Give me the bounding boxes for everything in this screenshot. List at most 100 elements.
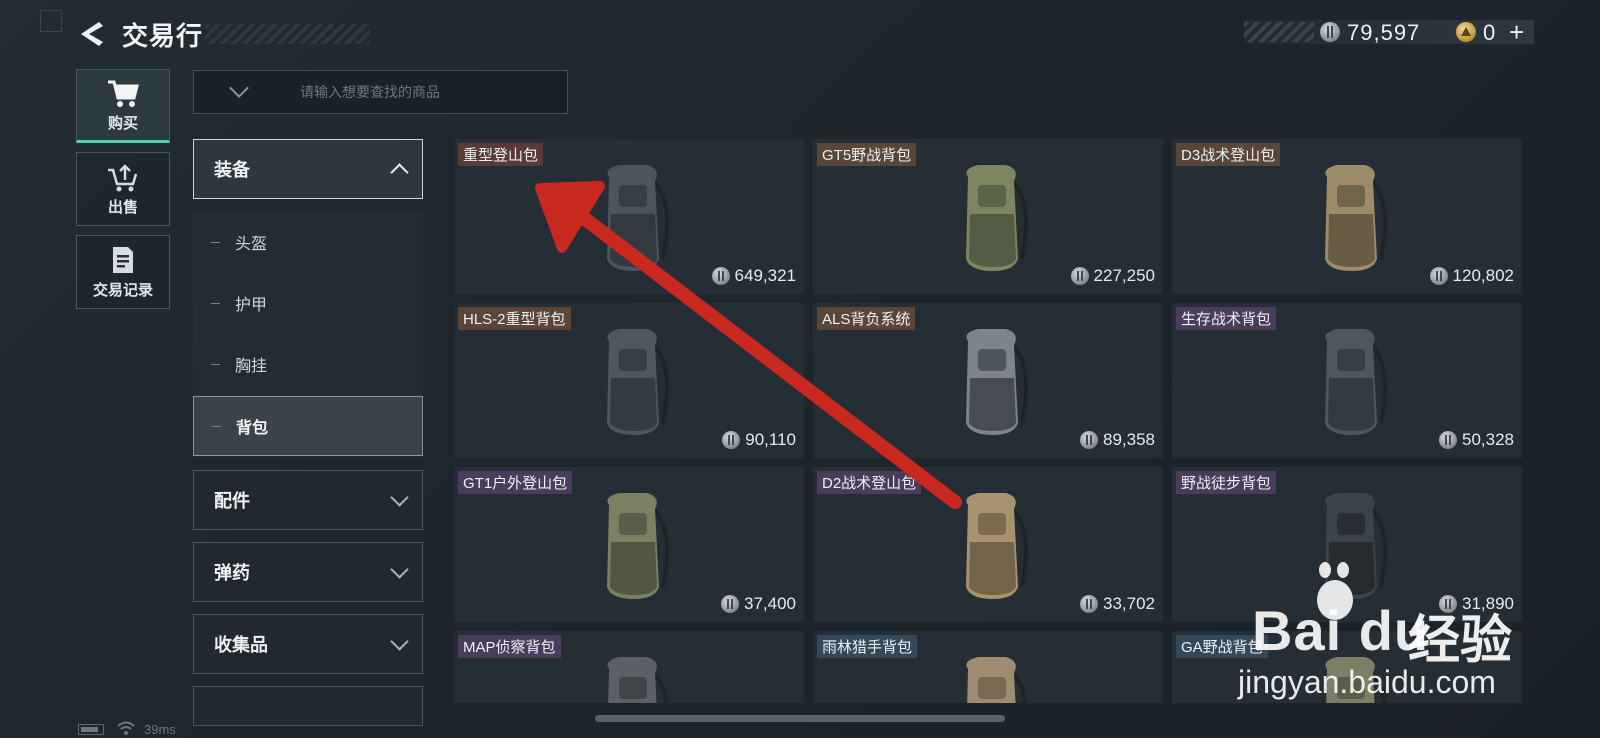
backpack-icon	[607, 657, 669, 703]
add-currency-button[interactable]: +	[1509, 17, 1524, 48]
subcategory-label: 头盔	[235, 236, 268, 253]
watermark-brand: Bai du	[1252, 599, 1430, 662]
item-price-value: 89,358	[1103, 430, 1155, 449]
backpack-icon	[607, 493, 669, 599]
item-card[interactable]: GT1户外登山包 37,400	[454, 467, 804, 622]
ping-indicator: 39ms	[144, 722, 176, 737]
silver-balance: 79,597	[1347, 20, 1421, 45]
page-title: 交易行	[122, 21, 204, 51]
chevron-down-icon[interactable]	[229, 78, 249, 98]
item-price: 89,358	[1080, 430, 1155, 450]
back-arrow-icon	[81, 22, 103, 46]
nav-history-label: 交易记录	[92, 281, 153, 299]
item-name: D2战术登山包	[817, 471, 922, 494]
gold-balance: 0	[1483, 20, 1496, 45]
item-card[interactable]: ALS背负系统 89,358	[813, 303, 1163, 458]
subcategory-label: 护甲	[235, 297, 268, 314]
category-collectibles-label: 收集品	[214, 635, 268, 655]
backpack-icon	[966, 657, 1028, 703]
category-equipment[interactable]: 装备	[193, 139, 423, 199]
silver-coin-icon	[722, 431, 741, 449]
item-card[interactable]: D3战术登山包 120,802	[1172, 139, 1522, 294]
backpack-icon	[1325, 165, 1387, 271]
search-bar[interactable]	[193, 70, 568, 114]
category-ammo-label: 弹药	[214, 563, 250, 583]
item-name: GT5野战背包	[817, 143, 917, 166]
category-parts[interactable]: 配件	[193, 470, 423, 530]
subcategory-label: 背包	[236, 420, 269, 437]
item-price: 649,321	[711, 266, 796, 286]
backpack-icon	[607, 329, 669, 435]
document-icon	[113, 246, 133, 273]
item-card[interactable]: 生存战术背包 50,328	[1172, 303, 1522, 458]
silver-coin-icon	[1320, 22, 1340, 42]
wifi-icon	[117, 721, 135, 735]
item-price-value: 37,400	[744, 594, 796, 613]
gold-coin-icon	[1456, 22, 1476, 42]
item-price-value: 227,250	[1093, 266, 1155, 285]
silver-coin-icon	[1429, 267, 1448, 285]
dash-icon	[212, 425, 221, 427]
subcategory-backpack[interactable]: 背包	[193, 396, 423, 456]
chevron-down-icon	[390, 487, 409, 507]
back-button[interactable]	[76, 18, 108, 50]
item-price-value: 649,321	[734, 266, 796, 285]
item-card[interactable]: 重型登山包 649,321	[454, 139, 804, 294]
item-name: 重型登山包	[458, 143, 544, 166]
currency-decoration	[1244, 22, 1314, 42]
item-price: 227,250	[1070, 266, 1155, 286]
subcategory-label: 胸挂	[235, 358, 268, 375]
item-price-value: 90,110	[745, 430, 796, 449]
category-parts-label: 配件	[214, 491, 250, 511]
item-name: 野战徒步背包	[1176, 471, 1277, 494]
category-ammo[interactable]: 弹药	[193, 542, 423, 602]
item-card[interactable]: 雨林猎手背包	[813, 631, 1163, 703]
nav-buy-tab[interactable]: 购买	[76, 69, 170, 143]
nav-history-tab[interactable]: 交易记录	[76, 235, 170, 309]
item-price: 90,110	[722, 430, 796, 450]
title-decoration	[205, 24, 370, 44]
category-more[interactable]	[193, 686, 423, 726]
subcategory-helmet[interactable]: 头盔	[193, 212, 423, 272]
silver-coin-icon	[1439, 431, 1457, 449]
item-price: 50,328	[1439, 430, 1514, 450]
chevron-down-icon	[390, 631, 409, 651]
item-price: 37,400	[721, 594, 796, 614]
subcategory-chest-rig[interactable]: 胸挂	[193, 334, 423, 394]
item-name: MAP侦察背包	[458, 635, 561, 658]
corner-frame	[40, 10, 62, 32]
backpack-icon	[966, 493, 1028, 599]
subcategory-armor[interactable]: 护甲	[193, 273, 423, 333]
backpack-icon	[607, 165, 669, 271]
silver-coin-icon	[1080, 431, 1098, 449]
item-name: HLS-2重型背包	[458, 307, 571, 330]
horizontal-scrollbar[interactable]	[595, 715, 1005, 722]
nav-sell-tab[interactable]: 出售	[76, 152, 170, 226]
silver-coin-icon	[711, 267, 730, 285]
sell-cart-icon	[108, 163, 138, 191]
dash-icon	[211, 302, 220, 304]
dash-icon	[211, 241, 220, 243]
item-price-value: 33,702	[1103, 594, 1155, 613]
item-name: ALS背负系统	[817, 307, 916, 330]
item-price: 120,802	[1429, 266, 1514, 286]
item-name: GT1户外登山包	[458, 471, 573, 494]
backpack-icon	[966, 329, 1028, 435]
backpack-icon	[966, 165, 1028, 271]
item-card[interactable]: GT5野战背包 227,250	[813, 139, 1163, 294]
item-name: D3战术登山包	[1176, 143, 1281, 166]
category-equipment-label: 装备	[214, 160, 250, 180]
watermark-url: jingyan.baidu.com	[1238, 664, 1496, 700]
item-card[interactable]: MAP侦察背包	[454, 631, 804, 703]
dash-icon	[211, 363, 220, 365]
item-card[interactable]: D2战术登山包 33,702	[813, 467, 1163, 622]
item-price-value: 50,328	[1462, 430, 1514, 449]
search-input[interactable]	[298, 83, 542, 101]
category-collectibles[interactable]: 收集品	[193, 614, 423, 674]
item-card[interactable]: HLS-2重型背包 90,110	[454, 303, 804, 458]
nav-buy-label: 购买	[107, 114, 138, 132]
chevron-down-icon	[390, 559, 409, 579]
item-price: 33,702	[1080, 594, 1155, 614]
item-name: 生存战术背包	[1176, 307, 1277, 330]
item-price-value: 120,802	[1452, 266, 1514, 285]
